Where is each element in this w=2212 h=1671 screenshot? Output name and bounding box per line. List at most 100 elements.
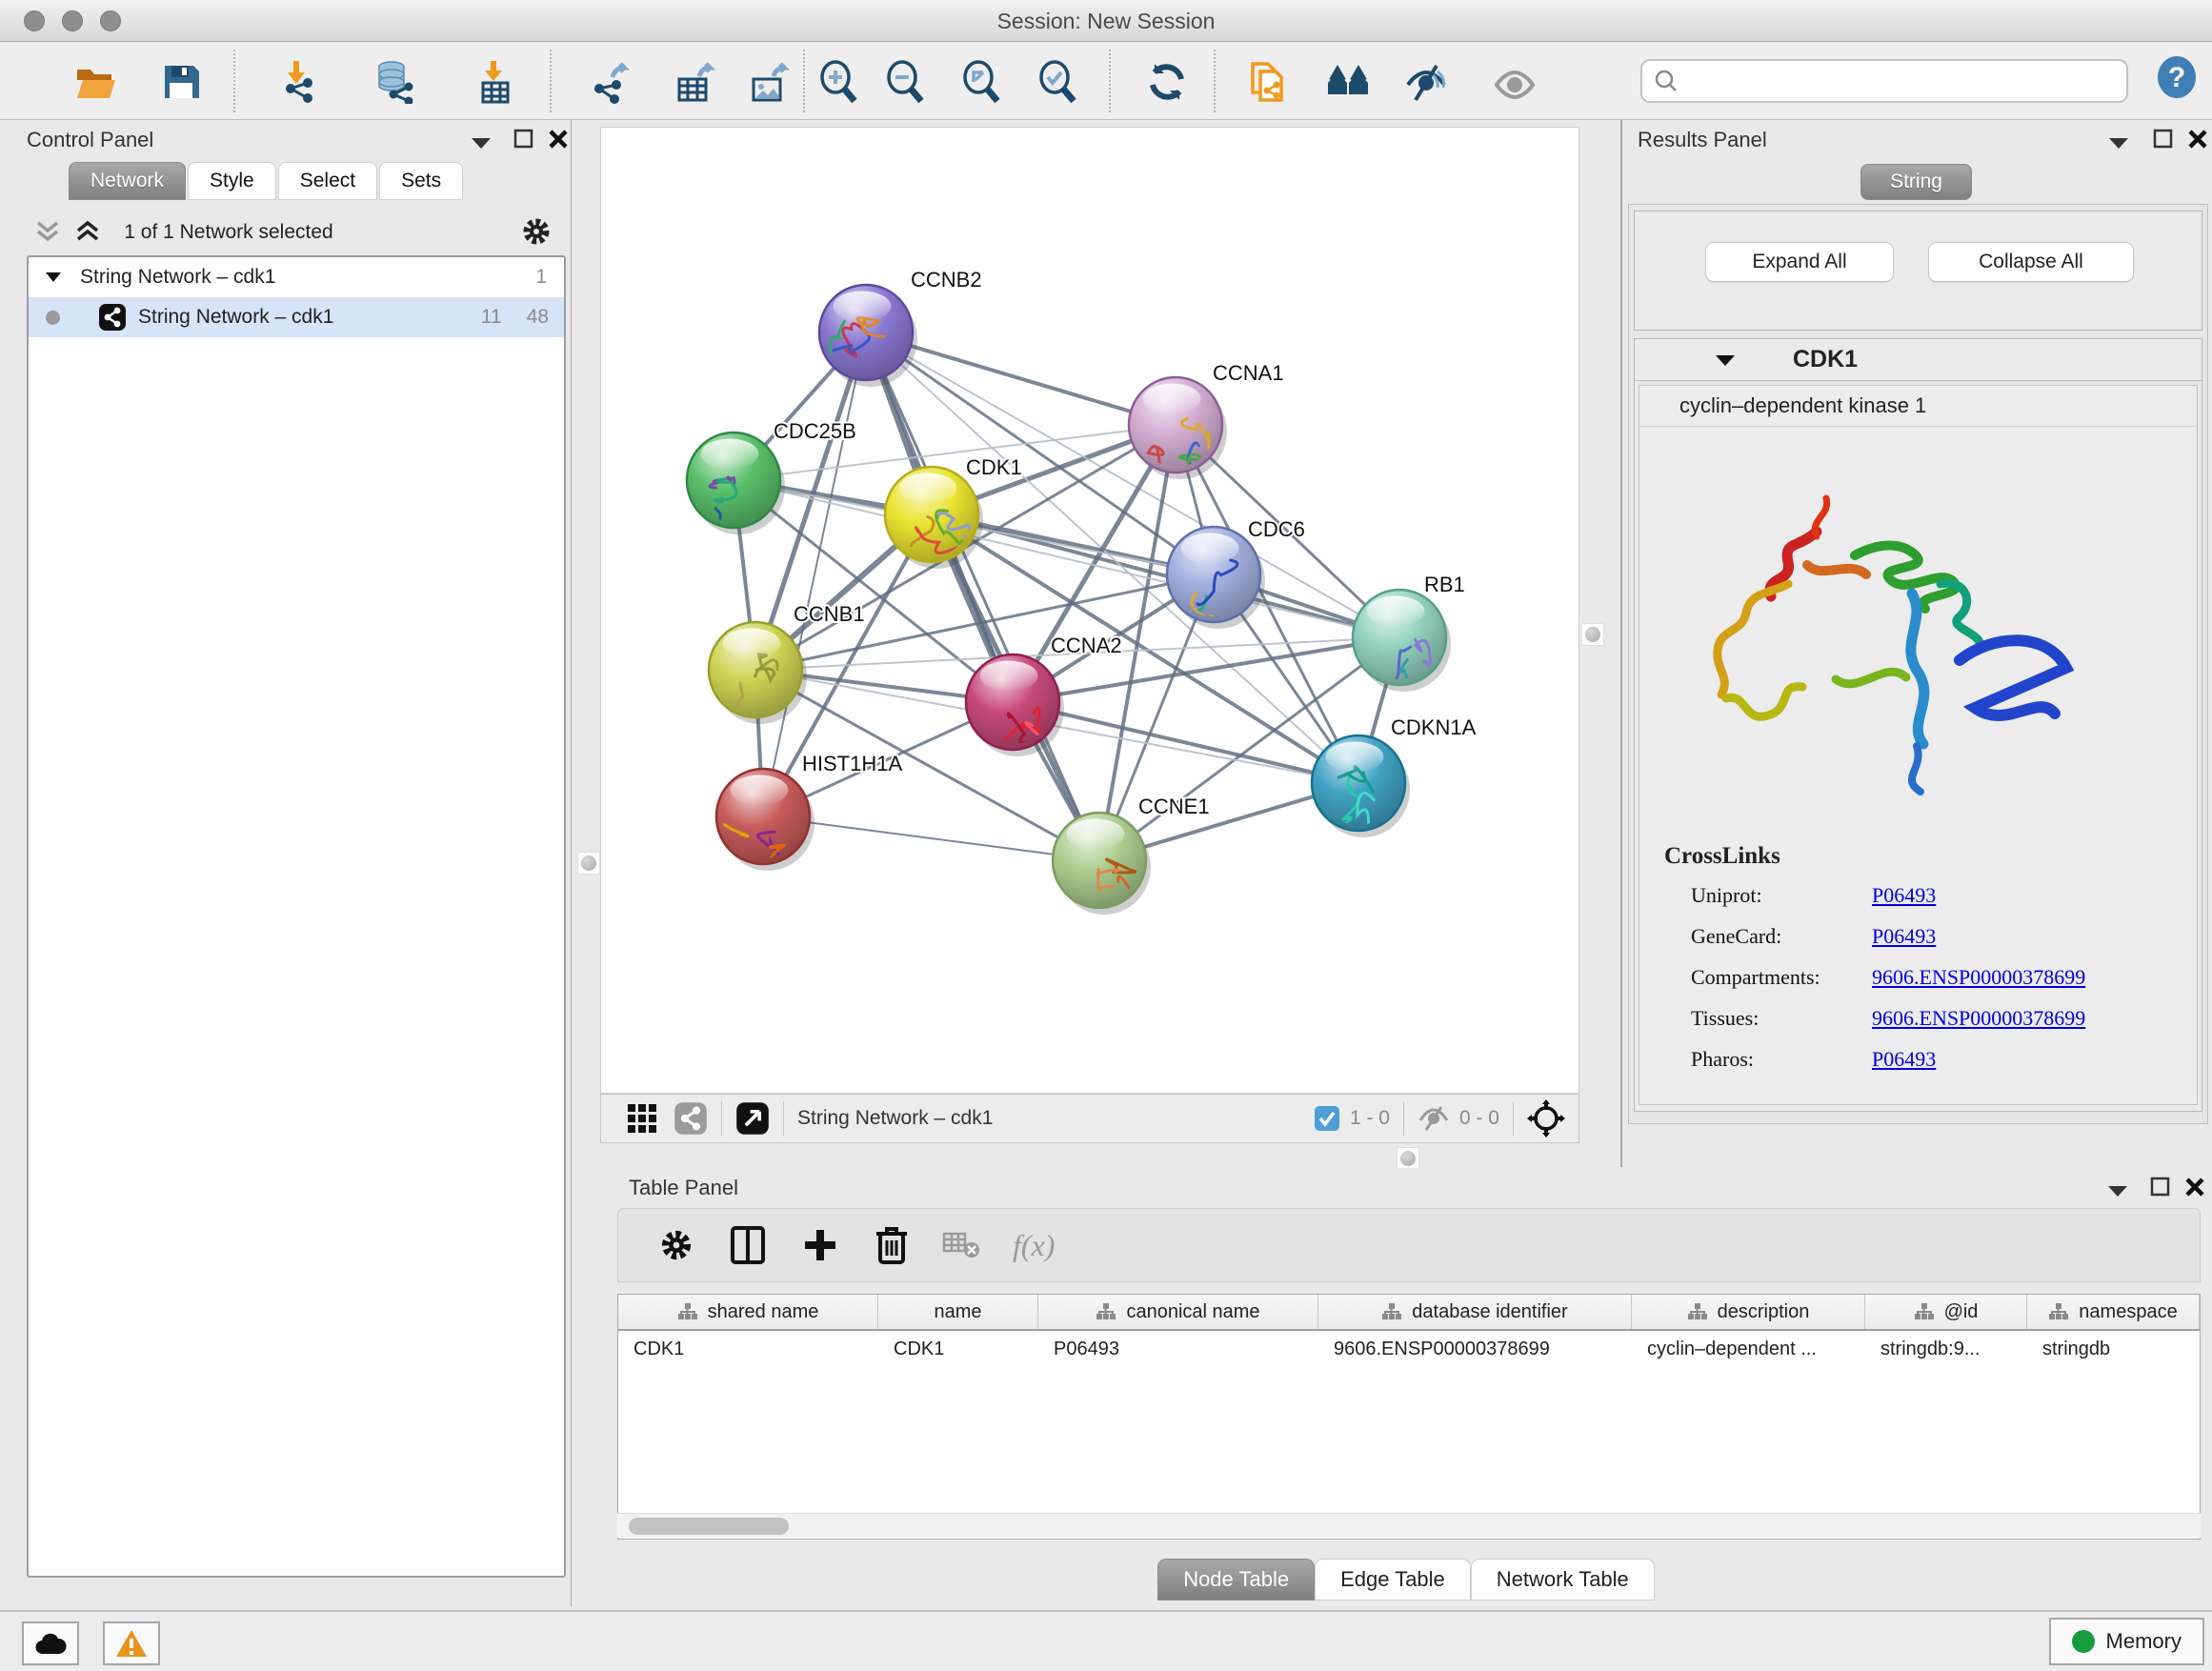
network-node-CDK1[interactable] [885,467,983,569]
control-panel-tab-sets[interactable]: Sets [379,162,463,200]
import-network-icon[interactable] [277,60,321,104]
network-node-CCNE1[interactable] [1053,813,1151,915]
column-header-@id[interactable]: @id [1865,1295,2027,1329]
gene-entry-header[interactable]: CDK1 [1635,339,2202,381]
control-panel-close-icon[interactable] [547,128,570,151]
results-panel-close-icon[interactable] [2186,128,2209,151]
network-options-gear-icon[interactable] [520,215,553,248]
crosslink-link[interactable]: 9606.ENSP00000378699 [1872,1006,2085,1031]
gene-entry-collapse-icon[interactable] [1713,352,1738,368]
table-cell[interactable]: cyclin–dependent ... [1632,1331,1865,1367]
show-columns-icon[interactable] [729,1224,767,1266]
import-network-database-icon[interactable] [372,60,416,104]
zoom-in-icon[interactable] [816,60,860,104]
table-cell[interactable]: CDK1 [878,1331,1038,1367]
column-header-description[interactable]: description [1632,1295,1865,1329]
add-column-icon[interactable] [801,1226,839,1264]
table-cell[interactable]: P06493 [1038,1331,1318,1367]
minimize-window-button[interactable] [62,10,83,31]
duplicate-network-icon[interactable] [1245,60,1289,104]
hide-details-icon[interactable] [1404,60,1448,104]
search-box[interactable] [1640,59,2128,103]
network-node-RB1[interactable] [1353,590,1451,692]
home-icon[interactable] [1326,60,1370,104]
network-node-CCNA1[interactable] [1129,377,1227,490]
open-session-icon[interactable] [73,60,117,104]
zoom-selected-icon[interactable] [1036,60,1079,104]
table-panel-close-icon[interactable] [2183,1176,2206,1198]
network-node-HIST1H1A[interactable] [712,769,814,895]
table-cell[interactable]: CDK1 [618,1331,878,1367]
delete-column-icon[interactable] [874,1224,910,1266]
close-window-button[interactable] [24,10,45,31]
control-panel-tab-style[interactable]: Style [188,162,276,200]
table-cell[interactable]: stringdb:9... [1865,1331,2027,1367]
results-panel-float-icon[interactable] [2152,128,2175,151]
column-header-shared-name[interactable]: shared name [618,1295,878,1329]
control-panel: Control Panel NetworkStyleSelectSets 1 o… [0,120,572,1606]
crosslink-link[interactable]: 9606.ENSP00000378699 [1872,965,2085,990]
table-tab-edge-table[interactable]: Edge Table [1315,1559,1471,1601]
refresh-icon[interactable] [1145,60,1189,104]
fit-selection-crosshair-icon[interactable] [1527,1099,1565,1137]
table-tab-node-table[interactable]: Node Table [1157,1559,1315,1601]
help-icon[interactable]: ? [2155,55,2199,99]
search-input[interactable] [1686,70,2126,92]
column-header-database-identifier[interactable]: database identifier [1318,1295,1632,1329]
save-session-icon[interactable] [159,60,203,104]
birdseye-toggle-icon[interactable] [735,1101,770,1136]
crosslink-link[interactable]: P06493 [1872,924,1936,949]
network-tree-group-row[interactable]: String Network – cdk1 1 [29,257,564,297]
memory-button[interactable]: Memory [2049,1618,2204,1665]
expand-all-button[interactable]: Expand All [1705,242,1894,282]
scrollbar-thumb[interactable] [629,1518,789,1535]
network-node-CDKN1A[interactable] [1312,735,1410,850]
tree-collapse-arrow-icon[interactable] [44,270,63,285]
delete-table-icon[interactable] [942,1230,980,1260]
crosslink-link[interactable]: P06493 [1872,1047,1936,1072]
network-node-CDC25B[interactable] [687,433,785,561]
control-panel-menu-icon[interactable] [469,135,493,151]
horizontal-splitter-grip[interactable] [1397,1147,1419,1170]
string-view-icon[interactable] [674,1101,708,1136]
crosslink-link[interactable]: P06493 [1872,883,1936,908]
table-cell[interactable]: stringdb [2027,1331,2200,1367]
table-panel-menu-icon[interactable] [2105,1183,2130,1198]
table-tab-network-table[interactable]: Network Table [1471,1559,1655,1601]
column-header-canonical-name[interactable]: canonical name [1038,1295,1318,1329]
control-panel-tab-select[interactable]: Select [278,162,377,200]
network-tree-item-row[interactable]: String Network – cdk1 11 48 [29,297,564,337]
tab-string[interactable]: String [1860,164,1972,200]
table-panel-float-icon[interactable] [2149,1176,2172,1198]
grid-view-icon[interactable] [626,1102,658,1135]
show-details-icon[interactable] [1493,60,1537,104]
import-table-icon[interactable] [472,60,515,104]
cloud-button[interactable] [22,1621,79,1665]
network-edge-CCNA2-CDKN1A[interactable] [1013,702,1358,783]
column-header-name[interactable]: name [878,1295,1038,1329]
zoom-out-icon[interactable] [883,60,927,104]
table-options-gear-icon[interactable] [658,1227,694,1263]
table-cell[interactable]: 9606.ENSP00000378699 [1318,1331,1632,1367]
export-table-icon[interactable] [672,60,715,104]
zoom-window-button[interactable] [100,10,121,31]
string-results-container: Expand All Collapse All CDK1 cyclin–depe… [1628,204,2208,1124]
left-splitter-grip[interactable] [577,852,600,875]
network-node-CDC6[interactable] [1167,527,1265,657]
collapse-all-button[interactable]: Collapse All [1928,242,2134,282]
hidden-eye-icon[interactable] [1418,1104,1450,1133]
control-panel-tab-network[interactable]: Network [69,162,186,200]
network-view-canvas[interactable]: CCNB2CCNA1CDC25BCDK1CDC6RB1CCNB1CCNA2CDK… [600,127,1579,1094]
warnings-button[interactable] [103,1621,160,1665]
results-panel-menu-icon[interactable] [2106,135,2131,151]
right-splitter-grip[interactable] [1581,623,1604,646]
table-horizontal-scrollbar[interactable] [617,1513,2201,1538]
function-builder-icon[interactable]: f(x) [1013,1228,1055,1263]
control-panel-float-icon[interactable] [513,128,535,151]
selected-checkbox-icon[interactable] [1314,1105,1340,1132]
table-row[interactable]: CDK1CDK1P064939606.ENSP00000378699cyclin… [618,1331,2200,1367]
export-network-icon[interactable] [586,60,630,104]
export-image-icon[interactable] [746,60,790,104]
column-header-namespace[interactable]: namespace [2027,1295,2200,1329]
zoom-fit-icon[interactable] [959,60,1003,104]
